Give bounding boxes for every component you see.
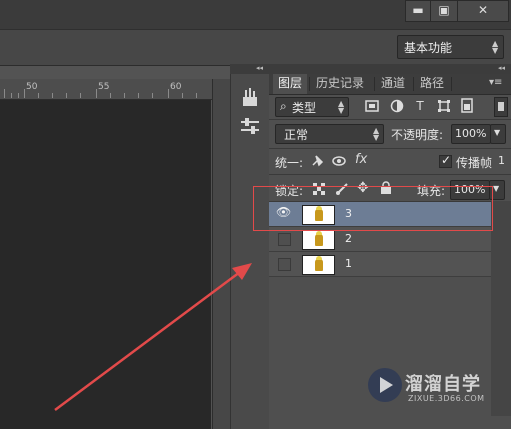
tab-history[interactable]: 历史记录 [311, 74, 369, 94]
type-filter-icon[interactable]: T [413, 99, 427, 113]
panel-collapse-bar[interactable]: ◂◂ ◂◂ [230, 64, 511, 74]
panel-tabs: 图层 历史记录 通道 路径 ▾≡ [269, 74, 511, 95]
ruler-number: 50 [26, 82, 38, 92]
restore-icon: ▣ [438, 3, 450, 17]
spinner-icon: ▲ ▼ [492, 39, 499, 55]
layer-thumbnail [302, 230, 335, 250]
canvas-scrollbar[interactable] [212, 79, 231, 429]
close-button[interactable]: ✕ [457, 0, 509, 22]
watermark-logo [368, 368, 402, 402]
close-icon: ✕ [477, 3, 489, 17]
visibility-toggle[interactable] [278, 233, 291, 246]
ruler-number: 55 [98, 82, 110, 92]
chevron-down-icon: ▼ [493, 184, 500, 193]
highlight-box [253, 186, 493, 231]
watermark-url: ZIXUE.3D66.COM [408, 394, 485, 403]
layer-thumbnail [302, 255, 335, 275]
minimize-icon: ▬ [412, 3, 424, 17]
opacity-value: 100% [455, 127, 487, 140]
adjustment-filter-icon[interactable] [390, 99, 404, 113]
watermark-title: 溜溜自学 [405, 374, 481, 395]
pixel-filter-icon[interactable] [365, 100, 379, 112]
horizontal-ruler: 50 55 60 [0, 79, 212, 100]
adjustments-icon[interactable] [240, 118, 260, 136]
collapse-left-icon[interactable]: ◂◂ [256, 64, 263, 72]
propagate-label: 传播帧 [456, 156, 493, 170]
spinner-icon: ▲ ▼ [373, 126, 380, 142]
chevron-down-icon: ▼ [494, 128, 501, 137]
unify-label: 统一: [275, 156, 304, 170]
ruler-number: 60 [170, 82, 182, 92]
layer-row[interactable]: 1 [269, 252, 491, 277]
panel-dock-strip [230, 74, 270, 429]
restore-button[interactable]: ▣ [430, 0, 458, 22]
checkmark-icon: ✓ [441, 153, 452, 167]
minimize-button[interactable]: ▬ [405, 0, 431, 22]
smart-object-filter-icon[interactable] [461, 98, 473, 113]
opacity-label: 不透明度: [391, 128, 444, 142]
unify-style-icon[interactable]: fx [355, 152, 367, 167]
opacity-input[interactable]: 100% [451, 124, 491, 144]
propagate-checkbox[interactable]: ✓ [439, 153, 452, 168]
tab-paths[interactable]: 路径 [415, 74, 449, 94]
shape-filter-icon[interactable] [437, 99, 451, 113]
layer-filter-label: 类型 [292, 101, 317, 115]
unify-visibility-icon[interactable] [332, 154, 348, 168]
search-icon: ⌕ [280, 99, 287, 113]
spinner-icon: ▲ ▼ [338, 99, 345, 115]
panel-menu-icon[interactable]: ▾≡ [489, 77, 502, 88]
propagate-value: 1 [498, 154, 505, 167]
tab-layers[interactable]: 图层 [273, 74, 308, 94]
layer-name[interactable]: 1 [345, 257, 352, 270]
workspace-label: 基本功能 [404, 41, 453, 55]
workspace-select[interactable]: 基本功能 ▲ ▼ [397, 35, 504, 59]
tab-channels[interactable]: 通道 [376, 74, 410, 94]
opacity-dropdown-button[interactable]: ▼ [490, 124, 506, 144]
blend-mode-select[interactable]: 正常 ▲ ▼ [275, 124, 384, 144]
collapse-right-icon[interactable]: ◂◂ [498, 64, 505, 72]
brush-presets-icon[interactable] [241, 88, 259, 108]
layers-scrollbar[interactable] [491, 201, 511, 416]
blend-mode-label: 正常 [284, 128, 309, 142]
filter-toggle-button[interactable] [494, 97, 508, 117]
layer-filter-select[interactable]: ⌕ 类型 ▲ ▼ [275, 97, 349, 117]
visibility-toggle[interactable] [278, 258, 291, 271]
document-canvas[interactable] [0, 100, 211, 429]
unify-position-icon[interactable] [310, 154, 326, 168]
layer-name[interactable]: 2 [345, 232, 352, 245]
